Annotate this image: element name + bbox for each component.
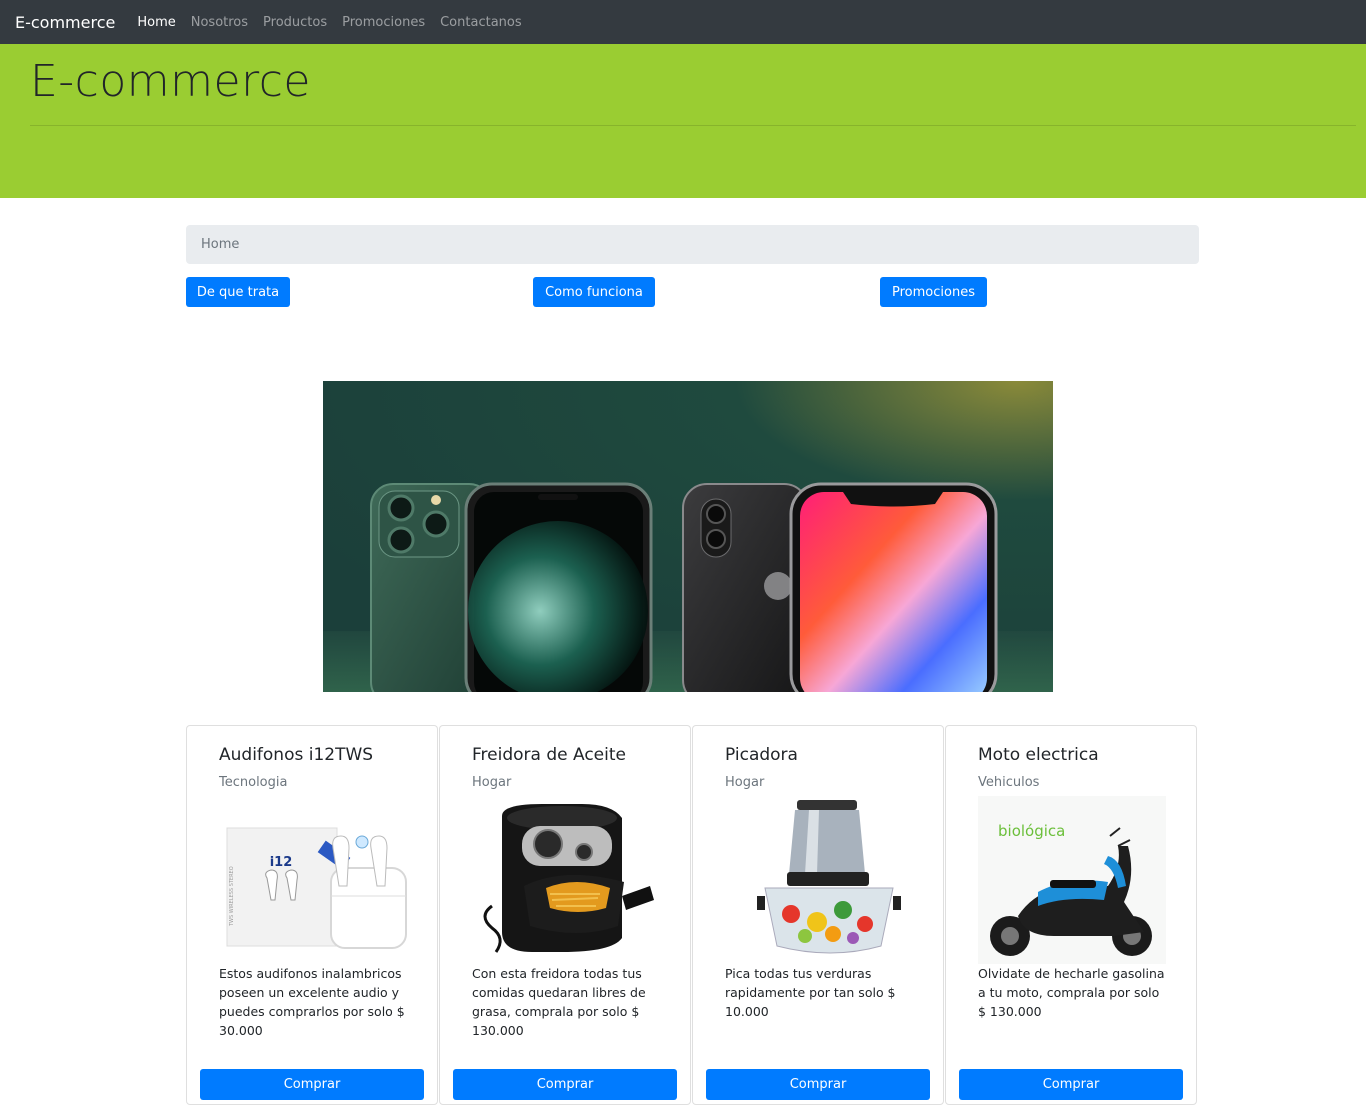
navbar-brand[interactable]: E-commerce bbox=[15, 13, 115, 32]
product-card: Audifonos i12TWS Tecnologia i12 TWS WIRE… bbox=[186, 725, 438, 1105]
product-category: Tecnologia bbox=[219, 775, 288, 790]
product-card: Freidora de Aceite Hogar Con esta freido… bbox=[439, 725, 691, 1105]
divider bbox=[30, 125, 1356, 126]
product-category: Hogar bbox=[472, 775, 512, 790]
product-card: Moto electrica Vehiculos biológica Olvid… bbox=[945, 725, 1197, 1105]
phones-illustration bbox=[323, 381, 1053, 692]
product-description: Olvidate de hecharle gasolina a tu moto,… bbox=[978, 966, 1165, 1019]
comprar-button[interactable]: Comprar bbox=[453, 1069, 677, 1100]
comprar-button[interactable]: Comprar bbox=[706, 1069, 930, 1100]
box-side-text: TWS WIRELESS STEREO bbox=[229, 866, 235, 927]
air-fryer-image bbox=[472, 796, 660, 964]
product-description: Estos audifonos inalambricos poseen un e… bbox=[219, 966, 405, 1038]
product-card: Picadora Hogar Pica todas tus verduras r… bbox=[692, 725, 944, 1105]
breadcrumb-item-home[interactable]: Home bbox=[201, 237, 239, 252]
earbuds-image: i12 TWS WIRELESS STEREO bbox=[219, 796, 407, 964]
nav-link-nosotros[interactable]: Nosotros bbox=[191, 15, 248, 30]
hero-phones-image bbox=[323, 381, 1053, 692]
product-description: Pica todas tus verduras rapidamente por … bbox=[725, 966, 896, 1019]
product-title: Audifonos i12TWS bbox=[219, 745, 374, 765]
como-funciona-button[interactable]: Como funciona bbox=[533, 277, 655, 307]
product-category: Vehiculos bbox=[978, 775, 1040, 790]
electric-scooter-image: biológica bbox=[978, 796, 1166, 964]
nav-link-contactanos[interactable]: Contactanos bbox=[440, 15, 522, 30]
product-description: Con esta freidora todas tus comidas qued… bbox=[472, 966, 646, 1038]
page-title: E-commerce bbox=[30, 56, 311, 107]
navbar: E-commerce Home Nosotros Productos Promo… bbox=[0, 0, 1366, 44]
product-title: Moto electrica bbox=[978, 745, 1099, 765]
nav-link-home[interactable]: Home bbox=[137, 15, 175, 30]
product-title: Picadora bbox=[725, 745, 798, 765]
product-title: Freidora de Aceite bbox=[472, 745, 626, 765]
product-category: Hogar bbox=[725, 775, 765, 790]
de-que-trata-button[interactable]: De que trata bbox=[186, 277, 290, 307]
comprar-button[interactable]: Comprar bbox=[200, 1069, 424, 1100]
brand-logo-text: biológica bbox=[998, 822, 1065, 840]
jumbotron: E-commerce bbox=[0, 44, 1366, 198]
nav-link-promociones[interactable]: Promociones bbox=[342, 15, 425, 30]
breadcrumb: Home bbox=[186, 225, 1199, 264]
nav-link-productos[interactable]: Productos bbox=[263, 15, 327, 30]
box-label: i12 bbox=[270, 855, 293, 870]
chopper-image bbox=[725, 796, 913, 964]
comprar-button[interactable]: Comprar bbox=[959, 1069, 1183, 1100]
promociones-button[interactable]: Promociones bbox=[880, 277, 987, 307]
